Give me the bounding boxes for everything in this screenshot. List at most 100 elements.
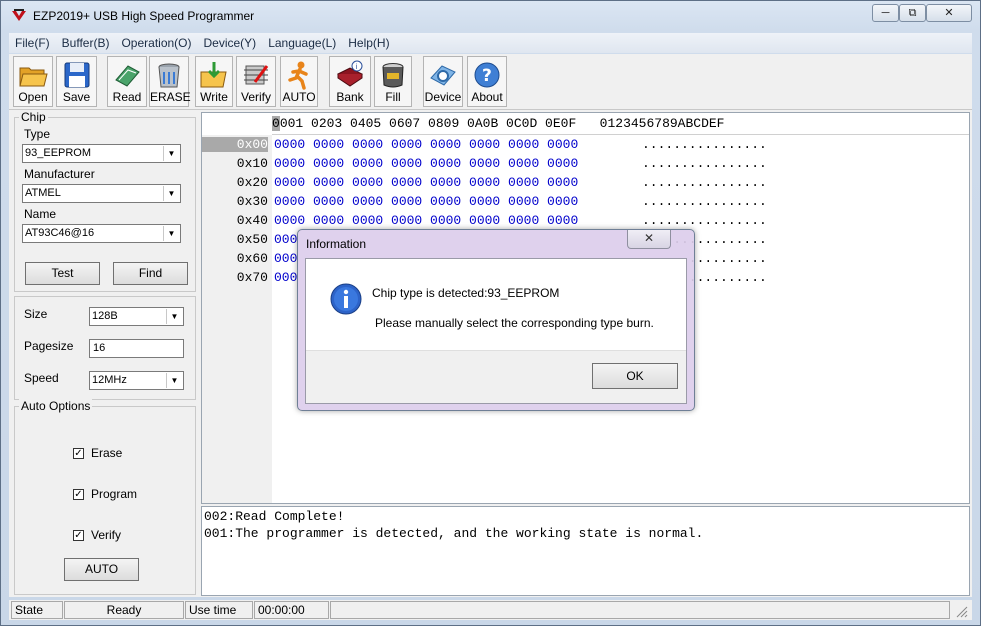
test-button[interactable]: Test	[25, 262, 100, 285]
menu-bar: File(F) Buffer(B) Operation(O) Device(Y) Lan…	[9, 33, 972, 53]
verify-button[interactable]: Verify	[236, 56, 276, 107]
log-line: 001:The programmer is detected, and the …	[204, 526, 704, 541]
toolbar: Open Save Read ERASE Write Verify AUTO i	[9, 54, 972, 110]
address-column	[202, 135, 272, 503]
name-select[interactable]: AT93C46@16 ▼	[22, 224, 181, 243]
close-icon: ✕	[944, 7, 954, 19]
auto-button[interactable]: AUTO	[280, 56, 318, 107]
hex-row-address: 0x40	[236, 213, 268, 228]
information-dialog: Information ✕ Chip type is detected:93_E…	[297, 229, 695, 411]
state-label: State	[11, 601, 63, 619]
type-select[interactable]: 93_EEPROM ▼	[22, 144, 181, 163]
manufacturer-select[interactable]: ATMEL ▼	[22, 184, 181, 203]
about-button[interactable]: ? About	[467, 56, 507, 107]
hex-header-text: 001 0203 0405 0607 0809 0A0B 0C0D 0E0F 0…	[279, 116, 725, 131]
name-label: Name	[24, 207, 57, 221]
hex-row-bytes[interactable]: 0000 0000 0000 0000 0000 0000 0000 0000	[274, 194, 578, 209]
write-folder-icon	[200, 62, 227, 88]
window-title: EZP2019+ USB High Speed Programmer	[33, 9, 255, 23]
chevron-down-icon: ▼	[163, 146, 179, 161]
read-button[interactable]: Read	[107, 56, 147, 107]
dialog-button-bar: OK	[306, 350, 686, 403]
chevron-down-icon: ▼	[166, 373, 182, 388]
minimize-button[interactable]: ─	[872, 4, 899, 22]
hex-cursor[interactable]: 0	[272, 116, 280, 131]
svg-text:i: i	[356, 63, 358, 71]
dialog-message: Chip type is detected:93_EEPROM	[372, 286, 560, 300]
menu-buffer[interactable]: Buffer(B)	[56, 33, 116, 53]
hex-row-bytes[interactable]: 000	[274, 232, 297, 247]
device-gear-icon	[430, 65, 456, 86]
save-button[interactable]: Save	[56, 56, 97, 107]
find-button[interactable]: Find	[113, 262, 188, 285]
maximize-button[interactable]: ⧉	[899, 4, 926, 22]
speed-label: Speed	[24, 371, 59, 385]
dialog-detail: Please manually select the corresponding…	[375, 316, 654, 330]
running-man-icon	[288, 61, 308, 90]
device-button[interactable]: Device	[423, 56, 463, 107]
chevron-down-icon: ▼	[163, 186, 179, 201]
open-button[interactable]: Open	[13, 56, 53, 107]
hex-row-address: 0x70	[236, 270, 268, 285]
settings-group: Size 128B ▼ Pagesize 16 Speed 12MHz ▼	[14, 296, 196, 400]
close-button[interactable]: ✕	[926, 4, 972, 22]
app-logo-icon	[12, 9, 26, 21]
program-option-label: Program	[91, 487, 138, 501]
hex-row-address: 0x30	[236, 194, 268, 209]
verify-option-label: Verify	[91, 528, 122, 542]
verify-chip-icon	[244, 65, 269, 85]
hex-row-bytes[interactable]: 000	[274, 251, 297, 266]
speed-select[interactable]: 12MHz ▼	[89, 371, 184, 390]
hex-row-ascii[interactable]: ................	[642, 137, 767, 152]
hex-row-address: 0x20	[236, 175, 268, 190]
menu-operation[interactable]: Operation(O)	[115, 33, 197, 53]
pagesize-input[interactable]: 16	[89, 339, 184, 358]
size-select[interactable]: 128B ▼	[89, 307, 184, 326]
dialog-body: Chip type is detected:93_EEPROM Please m…	[305, 258, 687, 404]
bank-book-icon: i	[337, 60, 363, 87]
hex-row-ascii[interactable]: ................	[642, 175, 767, 190]
erase-checkbox[interactable]: ✓	[73, 448, 84, 459]
use-time-value: 00:00:00	[254, 601, 329, 619]
hex-row-address: 0x00	[202, 137, 268, 152]
verify-checkbox[interactable]: ✓	[73, 530, 84, 541]
hex-row-bytes[interactable]: 0000 0000 0000 0000 0000 0000 0000 0000	[274, 137, 578, 152]
use-time-label: Use time	[185, 601, 253, 619]
ok-button[interactable]: OK	[592, 363, 678, 389]
state-value: Ready	[64, 601, 184, 619]
chip-group-label: Chip	[19, 110, 48, 124]
hex-row-bytes[interactable]: 0000 0000 0000 0000 0000 0000 0000 0000	[274, 175, 578, 190]
folder-open-icon	[19, 67, 48, 87]
title-bar: EZP2019+ USB High Speed Programmer ─ ⧉ ✕	[1, 1, 980, 31]
log-line: 002:Read Complete!	[204, 509, 345, 524]
write-button[interactable]: Write	[195, 56, 233, 107]
menu-device[interactable]: Device(Y)	[198, 33, 263, 53]
manufacturer-label: Manufacturer	[24, 167, 95, 181]
menu-file[interactable]: File(F)	[9, 33, 56, 53]
close-icon: ✕	[643, 231, 655, 245]
bank-button[interactable]: i Bank	[329, 56, 371, 107]
hex-row-ascii[interactable]: ................	[642, 194, 767, 209]
info-icon	[330, 283, 362, 315]
svg-text:?: ?	[482, 66, 492, 86]
menu-language[interactable]: Language(L)	[262, 33, 342, 53]
status-spacer	[330, 601, 950, 619]
dialog-close-button[interactable]: ✕	[627, 230, 671, 249]
hex-row-bytes[interactable]: 0000 0000 0000 0000 0000 0000 0000 0000	[274, 156, 578, 171]
erase-button[interactable]: ERASE	[149, 56, 191, 107]
main-window: EZP2019+ USB High Speed Programmer ─ ⧉ ✕…	[0, 0, 981, 626]
hex-row-ascii[interactable]: ................	[642, 156, 767, 171]
menu-help[interactable]: Help(H)	[342, 33, 395, 53]
auto-options-group: Auto Options ✓ Erase ✓ Program ✓ Verify …	[14, 399, 196, 595]
hex-row-bytes[interactable]: 0000 0000 0000 0000 0000 0000 0000 0000	[274, 213, 578, 228]
auto-options-label: Auto Options	[19, 399, 93, 413]
fill-button[interactable]: Fill	[374, 56, 412, 107]
hex-row-address: 0x10	[236, 156, 268, 171]
hex-row-ascii[interactable]: ................	[642, 213, 767, 228]
hex-row-bytes[interactable]: 000	[274, 270, 297, 285]
fill-bucket-icon	[382, 63, 404, 88]
program-checkbox[interactable]: ✓	[73, 489, 84, 500]
auto-run-button[interactable]: AUTO	[64, 558, 139, 581]
resize-grip-icon[interactable]	[956, 606, 968, 618]
hex-header: 0001 0203 0405 0607 0809 0A0B 0C0D 0E0F …	[272, 113, 969, 135]
